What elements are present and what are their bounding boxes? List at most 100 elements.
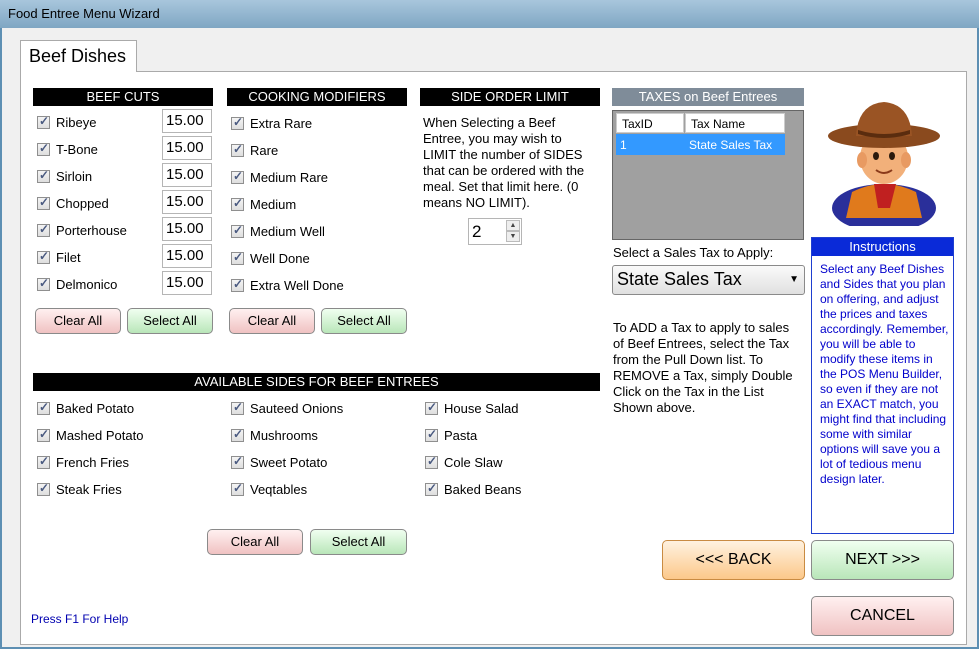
modifier-item[interactable]: Extra Well Done — [231, 275, 344, 295]
modifier-item-label: Medium Well — [250, 223, 325, 239]
price-input[interactable]: 15.00 — [162, 136, 212, 160]
side-item[interactable]: House Salad — [425, 398, 518, 418]
instructions-header: Instructions — [812, 238, 953, 256]
price-input[interactable]: 15.00 — [162, 244, 212, 268]
side-item-label: Sauteed Onions — [250, 400, 344, 416]
modifier-item[interactable]: Well Done — [231, 248, 310, 268]
checkbox-checked-icon[interactable] — [37, 141, 50, 156]
beef-cut-item[interactable]: Delmonico — [37, 274, 117, 294]
checkbox-checked-icon[interactable] — [231, 142, 244, 157]
modifier-item-label: Well Done — [250, 250, 310, 266]
beef-cut-item-label: Delmonico — [56, 276, 118, 292]
checkbox-checked-icon[interactable] — [231, 481, 244, 496]
beef-cut-item[interactable]: T-Bone — [37, 139, 98, 159]
beef-cut-item[interactable]: Filet — [37, 247, 81, 267]
checkbox-checked-icon[interactable] — [231, 223, 244, 238]
tax-row-id[interactable]: 1 — [616, 134, 685, 155]
price-input[interactable]: 15.00 — [162, 163, 212, 187]
side-item[interactable]: Mushrooms — [231, 425, 318, 445]
checkbox-checked-icon[interactable] — [231, 196, 244, 211]
checkbox-checked-icon[interactable] — [425, 454, 438, 469]
next-button[interactable]: NEXT >>> — [811, 540, 954, 580]
price-input[interactable]: 15.00 — [162, 190, 212, 214]
checkbox-checked-icon[interactable] — [37, 400, 50, 415]
side-item[interactable]: Veqtables — [231, 479, 307, 499]
checkbox-checked-icon[interactable] — [37, 276, 50, 291]
checkbox-checked-icon[interactable] — [37, 481, 50, 496]
tax-col-id-header[interactable]: TaxID — [616, 113, 684, 133]
tax-col-name-header[interactable]: Tax Name — [685, 113, 785, 133]
tax-row-name[interactable]: State Sales Tax — [685, 134, 785, 155]
side-limit-spinner[interactable]: 2 ▲ ▼ — [468, 218, 522, 245]
tab-beef-dishes[interactable]: Beef Dishes — [20, 40, 137, 72]
side-item[interactable]: Sauteed Onions — [231, 398, 343, 418]
sales-tax-dropdown[interactable]: State Sales Tax ▼ — [612, 265, 805, 295]
side-item[interactable]: Steak Fries — [37, 479, 122, 499]
modifiers-clear-all-button[interactable]: Clear All — [229, 308, 315, 334]
beef-cut-item[interactable]: Chopped — [37, 193, 109, 213]
checkbox-checked-icon[interactable] — [425, 481, 438, 496]
checkbox-checked-icon[interactable] — [37, 222, 50, 237]
side-item-label: Cole Slaw — [444, 454, 503, 470]
side-limit-value: 2 — [472, 222, 482, 241]
cancel-button[interactable]: CANCEL — [811, 596, 954, 636]
modifier-item[interactable]: Medium Rare — [231, 167, 328, 187]
cowboy-avatar-icon — [828, 102, 940, 226]
beef-cuts-clear-all-button[interactable]: Clear All — [35, 308, 121, 334]
side-item[interactable]: Pasta — [425, 425, 477, 445]
checkbox-checked-icon[interactable] — [37, 427, 50, 442]
side-item-label: Mushrooms — [250, 427, 318, 443]
checkbox-checked-icon[interactable] — [37, 454, 50, 469]
side-item[interactable]: Sweet Potato — [231, 452, 327, 472]
tax-grid[interactable]: TaxID Tax Name 1 State Sales Tax — [612, 110, 804, 240]
taxes-header: TAXES on Beef Entrees — [612, 88, 804, 106]
beef-cut-item-label: Chopped — [56, 195, 109, 211]
side-item-label: Steak Fries — [56, 481, 122, 497]
modifier-item[interactable]: Medium Well — [231, 221, 325, 241]
beef-cut-item-label: T-Bone — [56, 141, 98, 157]
checkbox-checked-icon[interactable] — [425, 400, 438, 415]
beef-cut-item-label: Porterhouse — [56, 222, 127, 238]
checkbox-checked-icon[interactable] — [37, 195, 50, 210]
price-input[interactable]: 15.00 — [162, 109, 212, 133]
modifier-item[interactable]: Extra Rare — [231, 113, 312, 133]
checkbox-checked-icon[interactable] — [231, 454, 244, 469]
beef-cut-item[interactable]: Ribeye — [37, 112, 96, 132]
beef-cut-item-label: Ribeye — [56, 114, 97, 130]
beef-cut-item[interactable]: Sirloin — [37, 166, 92, 186]
title-bar[interactable]: Food Entree Menu Wizard — [0, 0, 979, 28]
checkbox-checked-icon[interactable] — [37, 249, 50, 264]
price-input[interactable]: 15.00 — [162, 217, 212, 241]
side-item[interactable]: Baked Beans — [425, 479, 521, 499]
spin-up-icon[interactable]: ▲ — [506, 220, 520, 231]
beef-cuts-select-all-button[interactable]: Select All — [127, 308, 213, 334]
price-input[interactable]: 15.00 — [162, 271, 212, 295]
side-item-label: French Fries — [56, 454, 129, 470]
spin-down-icon[interactable]: ▼ — [506, 231, 520, 242]
side-item[interactable]: Cole Slaw — [425, 452, 503, 472]
modifiers-select-all-button[interactable]: Select All — [321, 308, 407, 334]
help-hint: Press F1 For Help — [31, 612, 129, 626]
checkbox-checked-icon[interactable] — [37, 168, 50, 183]
checkbox-checked-icon[interactable] — [37, 114, 50, 129]
sales-tax-selected: State Sales Tax — [617, 269, 742, 289]
side-item[interactable]: Mashed Potato — [37, 425, 143, 445]
checkbox-checked-icon[interactable] — [231, 277, 244, 292]
checkbox-checked-icon[interactable] — [231, 169, 244, 184]
sides-select-all-button[interactable]: Select All — [310, 529, 407, 555]
checkbox-checked-icon[interactable] — [231, 115, 244, 130]
back-button[interactable]: <<< BACK — [662, 540, 805, 580]
checkbox-checked-icon[interactable] — [425, 427, 438, 442]
checkbox-checked-icon[interactable] — [231, 400, 244, 415]
tax-help-text: To ADD a Tax to apply to sales of Beef E… — [613, 320, 793, 415]
checkbox-checked-icon[interactable] — [231, 250, 244, 265]
modifier-item-label: Medium Rare — [250, 169, 329, 185]
modifier-item[interactable]: Rare — [231, 140, 278, 160]
side-item[interactable]: French Fries — [37, 452, 129, 472]
side-item[interactable]: Baked Potato — [37, 398, 134, 418]
beef-cut-item[interactable]: Porterhouse — [37, 220, 127, 240]
sides-clear-all-button[interactable]: Clear All — [207, 529, 303, 555]
modifier-item[interactable]: Medium — [231, 194, 296, 214]
side-item-label: Baked Potato — [56, 400, 135, 416]
checkbox-checked-icon[interactable] — [231, 427, 244, 442]
